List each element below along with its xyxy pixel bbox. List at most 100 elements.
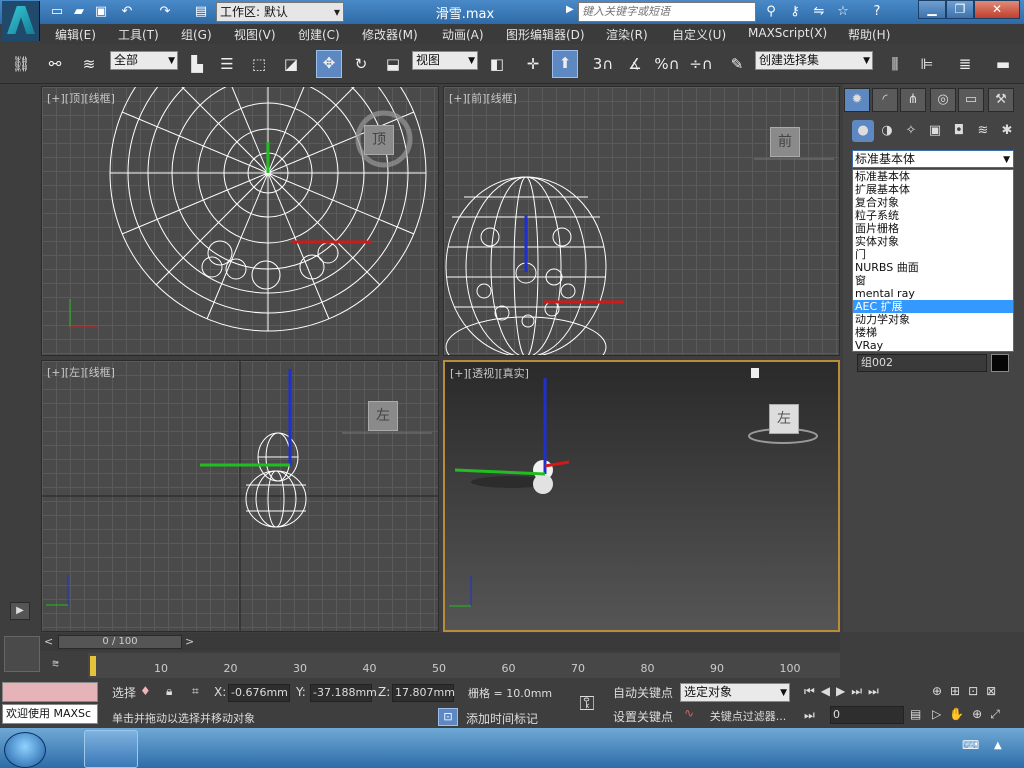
view-cube[interactable]: 前 (770, 127, 800, 157)
track-bar-toggle-icon[interactable]: ⩬ (52, 656, 59, 671)
category-option[interactable]: 面片栅格 (853, 222, 1013, 235)
time-tag-icon[interactable]: ⊡ (438, 708, 458, 726)
view-cube[interactable]: 顶 (364, 125, 394, 155)
category-option[interactable]: NURBS 曲面 (853, 261, 1013, 274)
category-option[interactable]: 标准基本体 (853, 170, 1013, 183)
viewport-label[interactable]: [+][前][线框] (449, 90, 517, 106)
key-mode-dropdown[interactable]: 选定对象 (680, 683, 790, 702)
viewport-perspective[interactable]: [+][透视][真实] 左 (443, 360, 840, 632)
keyboard-icon[interactable]: ⌨ (962, 738, 979, 752)
viewport-layout-icon[interactable] (4, 636, 40, 672)
select-rotate-icon[interactable]: ↻ (348, 52, 374, 76)
undo-icon[interactable]: ↶ (118, 3, 136, 21)
taskbar-3dsmax-button[interactable] (84, 730, 138, 768)
binoculars-icon[interactable]: ⚲ (762, 3, 780, 21)
unlink-icon[interactable]: ⚯ (42, 52, 68, 76)
menu-create[interactable]: 创建(C) (298, 26, 340, 43)
favorites-star-icon[interactable]: ☆ (834, 3, 852, 21)
category-option[interactable]: 窗 (853, 274, 1013, 287)
redo-icon[interactable]: ↷ (156, 3, 174, 21)
geometry-icon[interactable]: ● (852, 120, 874, 142)
viewport-left[interactable]: [+][左][线框] 左 (41, 360, 439, 632)
named-selection-dropdown[interactable]: 创建选择集 (755, 51, 873, 70)
playback-controls[interactable]: ⏮◀▶⏭⏭ (804, 684, 885, 699)
object-category-list[interactable]: 标准基本体 扩展基本体 复合对象 粒子系统 面片栅格 实体对象门 NURBS 曲面窗 ment… (852, 169, 1014, 352)
graphite-tools-icon[interactable]: ▬ (990, 52, 1016, 76)
app-logo-button[interactable] (2, 1, 40, 41)
menu-group[interactable]: 组(G) (181, 26, 212, 43)
search-expand-icon[interactable]: ▶ (566, 4, 574, 15)
exchange-icon[interactable]: ⇋ (810, 3, 828, 21)
zoom-controls[interactable]: ⊕⊞⊡⊠ (932, 684, 1004, 698)
menu-views[interactable]: 视图(V) (234, 26, 276, 43)
modify-tab-icon[interactable]: ◜ (872, 88, 898, 112)
workspace-dropdown[interactable]: 工作区: 默认 (216, 2, 344, 22)
manipulate-icon[interactable]: ✛ (520, 52, 546, 76)
percent-snap-icon[interactable]: %∩ (654, 52, 680, 76)
window-crossing-icon[interactable]: ◪ (278, 52, 304, 76)
frame-ruler[interactable]: 10 20 30 40 50 60 70 80 90 100 (88, 653, 840, 678)
lock-icon[interactable] (751, 368, 759, 378)
category-option[interactable]: AEC 扩展 (853, 300, 1013, 313)
select-move-icon[interactable]: ✥ (316, 50, 342, 78)
close-button[interactable]: ✕ (974, 0, 1020, 19)
key-icon[interactable]: ⚷ (786, 3, 804, 21)
bind-spacewarp-icon[interactable]: ≋ (76, 52, 102, 76)
tray-expand-icon[interactable]: ▲ (994, 740, 1002, 751)
angle-snap-icon[interactable]: ∡ (622, 52, 648, 76)
set-key-icon[interactable]: ⚿ (570, 686, 604, 720)
project-folder-icon[interactable]: ▤ (192, 3, 210, 21)
viewport-label[interactable]: [+][左][线框] (47, 364, 115, 380)
object-color-swatch[interactable] (991, 354, 1009, 372)
layer-manager-icon[interactable]: ≣ (952, 52, 978, 76)
maximize-button[interactable]: ❐ (946, 0, 974, 19)
search-input[interactable] (578, 2, 756, 22)
create-tab-icon[interactable]: ✹ (844, 88, 870, 112)
display-tab-icon[interactable]: ▭ (958, 88, 984, 112)
rect-selection-icon[interactable]: ⬚ (246, 52, 272, 76)
menu-modifiers[interactable]: 修改器(M) (362, 26, 418, 43)
absolute-mode-icon[interactable]: ⌗ (192, 684, 199, 699)
cameras-icon[interactable]: ▣ (924, 120, 946, 142)
category-option[interactable]: 楼梯 (853, 326, 1013, 339)
edit-named-sets-icon[interactable]: ✎ (724, 52, 750, 76)
selection-filter-dropdown[interactable]: 全部 (110, 51, 178, 70)
menu-graph-editors[interactable]: 图形编辑器(D) (506, 26, 585, 43)
curve-icon[interactable]: ∿ (684, 706, 694, 720)
category-option[interactable]: mental ray (853, 287, 1013, 300)
viewport-label[interactable]: [+][透视][真实] (450, 365, 529, 381)
category-option[interactable]: 门 (853, 248, 1013, 261)
viewport-top[interactable]: [+][顶][线框] 顶 (41, 86, 439, 356)
start-button[interactable] (4, 732, 46, 768)
menu-animation[interactable]: 动画(A) (442, 26, 484, 43)
helpers-icon[interactable]: ◘ (948, 120, 970, 142)
lights-icon[interactable]: ✧ (900, 120, 922, 142)
viewport-label[interactable]: [+][顶][线框] (47, 90, 115, 106)
set-key-button[interactable]: 设置关键点 (610, 708, 676, 726)
selection-lock-icon[interactable]: 🔒︎ (166, 684, 172, 699)
time-slider[interactable]: 0 / 100 (58, 635, 182, 649)
menu-rendering[interactable]: 渲染(R) (606, 26, 648, 43)
object-category-dropdown[interactable]: 标准基本体 (852, 150, 1014, 168)
new-file-icon[interactable]: ▭ (48, 3, 66, 21)
shapes-icon[interactable]: ◑ (876, 120, 898, 142)
time-config-icon[interactable]: ▤ (910, 707, 921, 721)
mirror-icon[interactable]: ⫼ (882, 52, 908, 76)
view-cube[interactable]: 左 (368, 401, 398, 431)
key-filters-button[interactable]: 关键点过滤器... (704, 708, 792, 726)
isolate-icon[interactable]: ♦ (140, 684, 151, 698)
align-icon[interactable]: ⊫ (914, 52, 940, 76)
y-coordinate-field[interactable]: -37.188mm (310, 684, 377, 702)
space-warps-icon[interactable]: ≋ (972, 120, 994, 142)
spinner-snap-icon[interactable]: ÷∩ (688, 52, 714, 76)
motion-tab-icon[interactable]: ◎ (930, 88, 956, 112)
menu-maxscript[interactable]: MAXScript(X) (748, 26, 827, 40)
x-coordinate-field[interactable]: -0.676mm (228, 684, 290, 702)
save-file-icon[interactable]: ▣ (92, 3, 110, 21)
keyboard-shortcut-toggle-icon[interactable]: ⬆ (552, 50, 578, 78)
category-option[interactable]: 复合对象 (853, 196, 1013, 209)
link-icon[interactable]: ⛓ (8, 52, 34, 76)
systems-icon[interactable]: ✱ (996, 120, 1018, 142)
open-file-icon[interactable]: ▰ (70, 3, 88, 21)
viewport-front[interactable]: [+][前][线框] 前 (443, 86, 840, 356)
